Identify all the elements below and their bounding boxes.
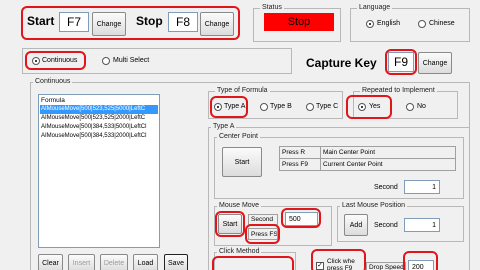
repeated-yes-label: Yes	[369, 103, 381, 110]
last-mouse-second-input[interactable]: 1	[404, 218, 440, 232]
clear-button[interactable]: Clear	[38, 254, 63, 270]
stop-change-button[interactable]: Change	[200, 12, 234, 36]
drop-speed-input[interactable]: 200	[408, 260, 434, 270]
formula-list-item[interactable]: AIMouseMove[500|523,525|5000|LeftC	[40, 105, 158, 114]
capture-key-label: Capture Key	[306, 56, 377, 70]
type-b-label: Type B	[270, 103, 292, 110]
formula-list-item[interactable]: AIMouseMove[500|384,533|5000|LeftCl	[40, 123, 158, 132]
stop-key-field[interactable]: F8	[168, 12, 198, 32]
type-c-radio[interactable]	[306, 103, 314, 111]
repeated-title: Repeated to Implement	[360, 87, 437, 95]
type-a-title: Type A	[211, 123, 237, 131]
click-method-title: Click Method	[217, 248, 262, 256]
mouse-move-title: Mouse Move	[217, 202, 262, 210]
language-chinese-label: Chinese	[429, 20, 455, 27]
center-start-button[interactable]: Start	[222, 147, 262, 177]
center-point-title: Center Point	[217, 133, 260, 141]
last-mouse-position-title: Last Mouse Position	[340, 202, 408, 210]
delete-button[interactable]: Delete	[100, 254, 128, 270]
formula-list-item[interactable]: AIMouseMove[500|523,525|2000|LeftC	[40, 114, 158, 123]
press-fs-cell: Press FS	[248, 228, 278, 240]
type-of-formula-title: Type of Formula	[215, 87, 270, 95]
mode-multi-select-label: Multi Select	[113, 57, 150, 64]
language-chinese-radio[interactable]	[418, 20, 426, 28]
formula-list-item[interactable]: AIMouseMove[500|384,533|2000|LeftCl	[40, 132, 158, 141]
app-window: Start F7 Change Stop F8 Change Status St…	[0, 0, 480, 270]
mode-multi-select-radio[interactable]	[102, 57, 110, 65]
start-label: Start	[27, 14, 55, 28]
formula-list[interactable]: Formula AIMouseMove[500|523,525|5000|Lef…	[38, 94, 160, 248]
repeated-no-label: No	[417, 103, 426, 110]
start-key-field[interactable]: F7	[59, 12, 89, 32]
start-change-button[interactable]: Change	[92, 12, 126, 36]
status-indicator: Stop	[264, 13, 334, 31]
center-second-label: Second	[374, 184, 398, 191]
last-mouse-second-label: Second	[374, 222, 398, 229]
type-b-radio[interactable]	[260, 103, 268, 111]
language-english-label: English	[377, 20, 400, 27]
click-when-checkbox[interactable]: ✓	[316, 262, 324, 270]
load-button[interactable]: Load	[133, 254, 158, 270]
status-title: Status	[260, 4, 284, 12]
repeated-yes-radio[interactable]	[358, 103, 366, 111]
formula-list-header: Formula	[41, 97, 65, 104]
mouse-move-second-input[interactable]: 500	[285, 212, 318, 226]
current-center-cell: Current Center Point	[320, 158, 456, 171]
click-method-group: Click Method	[214, 248, 296, 270]
insert-button[interactable]: Insert	[68, 254, 95, 270]
continuous-title: Continuous	[33, 78, 73, 86]
type-a-radio[interactable]	[214, 103, 222, 111]
last-mouse-add-button[interactable]: Add	[344, 214, 368, 236]
press-f9-cell: Press F9	[279, 158, 321, 171]
capture-change-button[interactable]: Change	[418, 52, 452, 74]
stop-label: Stop	[136, 14, 163, 28]
mode-continuous-label: Continuous	[42, 57, 78, 64]
mouse-move-second-label: Second	[248, 214, 278, 225]
mouse-move-start-button[interactable]: Start	[218, 214, 242, 234]
mode-continuous-radio[interactable]	[32, 57, 40, 65]
repeated-no-radio[interactable]	[406, 103, 414, 111]
language-english-radio[interactable]	[366, 20, 374, 28]
click-when-label: Click whe press F9	[327, 258, 355, 270]
save-button[interactable]: Save	[164, 254, 188, 270]
type-c-label: Type C	[316, 103, 339, 110]
type-a-label: Type A	[224, 103, 246, 110]
drop-speed-label: Drop Speed	[366, 262, 406, 270]
center-second-input[interactable]: 1	[404, 180, 440, 194]
language-title: Language	[357, 4, 393, 12]
capture-key-field[interactable]: F9	[388, 52, 414, 72]
